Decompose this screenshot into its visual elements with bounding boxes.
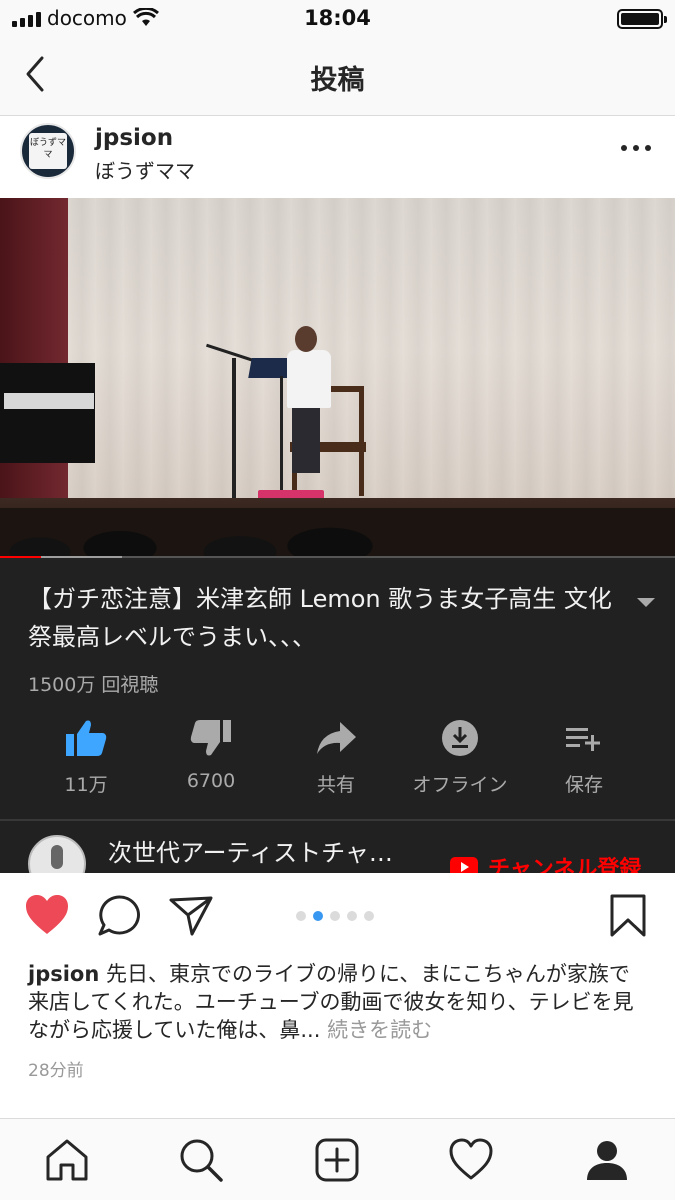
- share-post-button[interactable]: [168, 894, 214, 942]
- dislike-action: 6700: [149, 718, 273, 792]
- carousel-dot: [296, 911, 306, 921]
- download-icon: [442, 720, 478, 756]
- tab-profile[interactable]: [584, 1137, 630, 1183]
- dislike-count: 6700: [186, 770, 236, 792]
- carousel-dot: [330, 911, 340, 921]
- subscribe-button: チャンネル登録: [450, 851, 641, 873]
- like-button[interactable]: [24, 894, 70, 940]
- post-header: ぼうずママ jpsion ぼうずママ: [0, 117, 675, 197]
- share-label: 共有: [316, 774, 355, 796]
- carousel-dot: [347, 911, 357, 921]
- tab-bar: [0, 1118, 675, 1200]
- subscribe-label: チャンネル登録: [488, 857, 642, 873]
- like-action: 11万: [24, 718, 148, 797]
- status-bar: docomo 18:04: [0, 0, 675, 38]
- save-action: 保存: [522, 718, 646, 797]
- tab-home[interactable]: [44, 1137, 90, 1183]
- channel-name: 次世代アーティストチャ…: [108, 839, 393, 867]
- view-count: 1500万 回視聴: [28, 674, 159, 696]
- read-more-link[interactable]: 続きを読む: [327, 1018, 432, 1042]
- carousel-dot: [364, 911, 374, 921]
- home-icon: [46, 1139, 88, 1181]
- direct-send-icon: [169, 896, 213, 936]
- piano-figure: [0, 363, 95, 463]
- video-progress-bar[interactable]: [0, 556, 675, 558]
- post-caption: jpsion 先日、東京でのライブの帰りに、まにこちゃんが家族で来店してくれた。…: [28, 960, 648, 1044]
- post-image[interactable]: 【ガチ恋注意】米津玄師 Lemon 歌うま女子高生 文化祭最高レベルでうまい、、…: [0, 198, 675, 873]
- more-options-icon[interactable]: [621, 145, 651, 155]
- carousel-indicator: [296, 911, 374, 921]
- save-label: 保存: [564, 774, 603, 796]
- video-actions: 11万 6700 共有 オフライン 保存: [0, 718, 675, 798]
- channel-avatar: [28, 835, 86, 873]
- video-title: 【ガチ恋注意】米津玄師 Lemon 歌うま女子高生 文化祭最高レベルでうまい、、…: [28, 585, 612, 651]
- battery-icon: [617, 9, 667, 29]
- bookmark-icon: [610, 894, 646, 937]
- expand-icon: [637, 598, 655, 607]
- playlist-add-icon: [566, 728, 600, 751]
- thumbs-up-icon: [66, 720, 107, 756]
- page-title: 投稿: [310, 65, 365, 96]
- channel-row: 次世代アーティストチャ… チャンネル登録: [0, 821, 675, 873]
- bookmark-button[interactable]: [608, 894, 648, 942]
- tab-search[interactable]: [178, 1137, 224, 1183]
- avatar[interactable]: ぼうずママ: [20, 123, 76, 179]
- share-action: 共有: [274, 718, 398, 797]
- clock: 18:04: [304, 6, 371, 30]
- offline-action: オフライン: [398, 718, 522, 797]
- youtube-info-panel: 【ガチ恋注意】米津玄師 Lemon 歌うま女子高生 文化祭最高レベルでうまい、、…: [0, 560, 675, 873]
- tab-activity[interactable]: [448, 1137, 494, 1183]
- nav-bar: 投稿: [0, 38, 675, 116]
- post-timestamp: 28分前: [28, 1061, 84, 1081]
- post-action-row: [0, 874, 675, 960]
- video-frame: [0, 198, 675, 558]
- activity-heart-icon: [449, 1138, 493, 1180]
- add-post-icon: [315, 1138, 359, 1182]
- share-icon: [317, 722, 356, 754]
- offline-label: オフライン: [412, 774, 508, 796]
- profile-icon: [587, 1141, 627, 1180]
- search-icon: [180, 1139, 223, 1182]
- tab-new-post[interactable]: [314, 1137, 360, 1183]
- thumbs-down-icon: [190, 720, 231, 756]
- like-count: 11万: [64, 774, 108, 796]
- caption-username[interactable]: jpsion: [28, 962, 99, 986]
- carousel-dot: [313, 911, 323, 921]
- post-username[interactable]: jpsion: [95, 125, 173, 151]
- post-location[interactable]: ぼうずママ: [95, 155, 195, 184]
- comment-button[interactable]: [96, 894, 142, 942]
- comment-icon: [98, 895, 140, 936]
- youtube-logo-icon: [450, 857, 478, 873]
- heart-filled-icon: [26, 895, 68, 934]
- singer-figure: [287, 350, 331, 408]
- avatar-logo: ぼうずママ: [29, 133, 67, 169]
